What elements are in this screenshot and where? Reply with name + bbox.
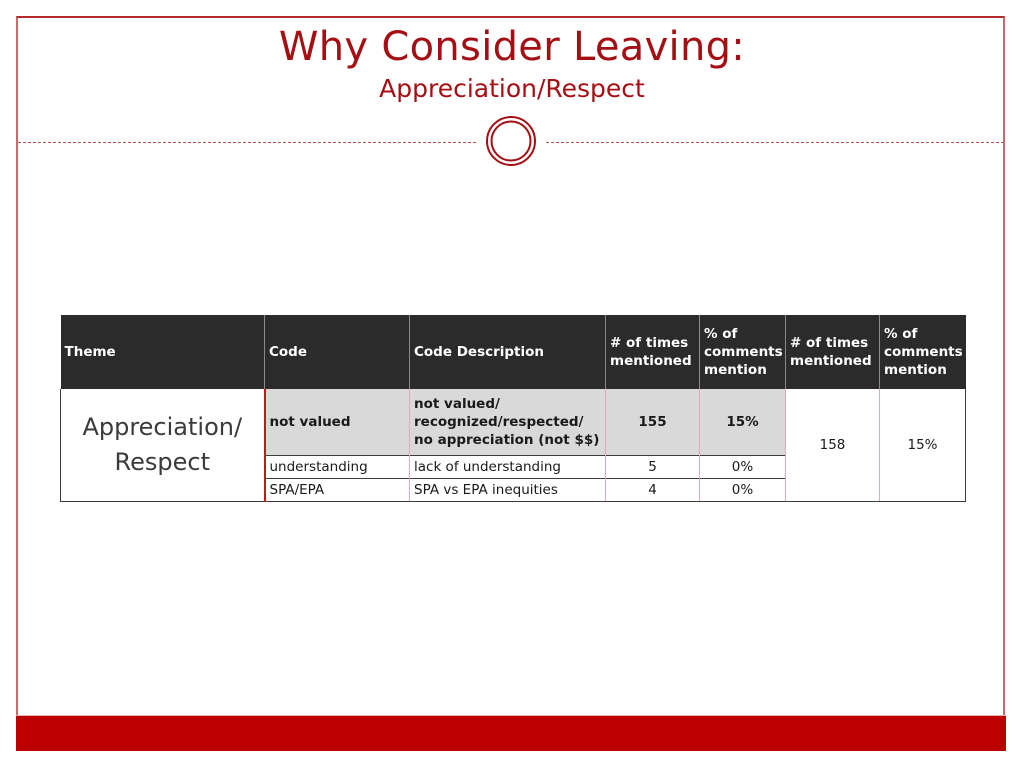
header-code: Code: [264, 315, 410, 389]
code-cell: SPA/EPA: [264, 478, 410, 502]
theme-total-percent-cell: 15%: [879, 389, 966, 502]
percent-mention-cell: 0%: [699, 478, 786, 502]
table-header-row: Theme Code Code Description # of times m…: [60, 315, 966, 389]
description-cell: SPA vs EPA inequities: [409, 478, 606, 502]
theme-total-times-cell: 158: [785, 389, 880, 502]
header-theme: Theme: [60, 315, 265, 389]
times-mentioned-cell: 155: [605, 389, 700, 456]
footer-bar: [16, 715, 1006, 751]
percent-mention-cell: 0%: [699, 455, 786, 479]
header-code-percent-mention: % of comments mention: [699, 315, 786, 389]
themes-table: Theme Code Code Description # of times m…: [60, 315, 966, 502]
theme-cell: Appreciation/ Respect: [60, 389, 266, 502]
code-cell: understanding: [264, 455, 410, 479]
description-cell: lack of understanding: [409, 455, 606, 479]
description-cell: not valued/ recognized/respected/ no app…: [409, 389, 606, 456]
percent-mention-cell: 15%: [699, 389, 786, 456]
slide-subtitle: Appreciation/Respect: [379, 74, 645, 103]
header-theme-times-mentioned: # of times mentioned: [785, 315, 880, 389]
double-circle-icon: [486, 116, 536, 166]
divider-left: [18, 142, 476, 143]
slide: Why Consider Leaving: Appreciation/Respe…: [0, 0, 1024, 768]
code-cell: not valued: [264, 389, 410, 456]
table-row: Appreciation/ Respect not valued not val…: [60, 389, 966, 502]
times-mentioned-cell: 5: [605, 455, 700, 479]
header-code-description: Code Description: [409, 315, 606, 389]
times-mentioned-cell: 4: [605, 478, 700, 502]
header-code-times-mentioned: # of times mentioned: [605, 315, 700, 389]
header-theme-percent-mention: % of comments mention: [879, 315, 966, 389]
slide-title: Why Consider Leaving:: [278, 24, 746, 70]
divider-right: [546, 142, 1004, 143]
